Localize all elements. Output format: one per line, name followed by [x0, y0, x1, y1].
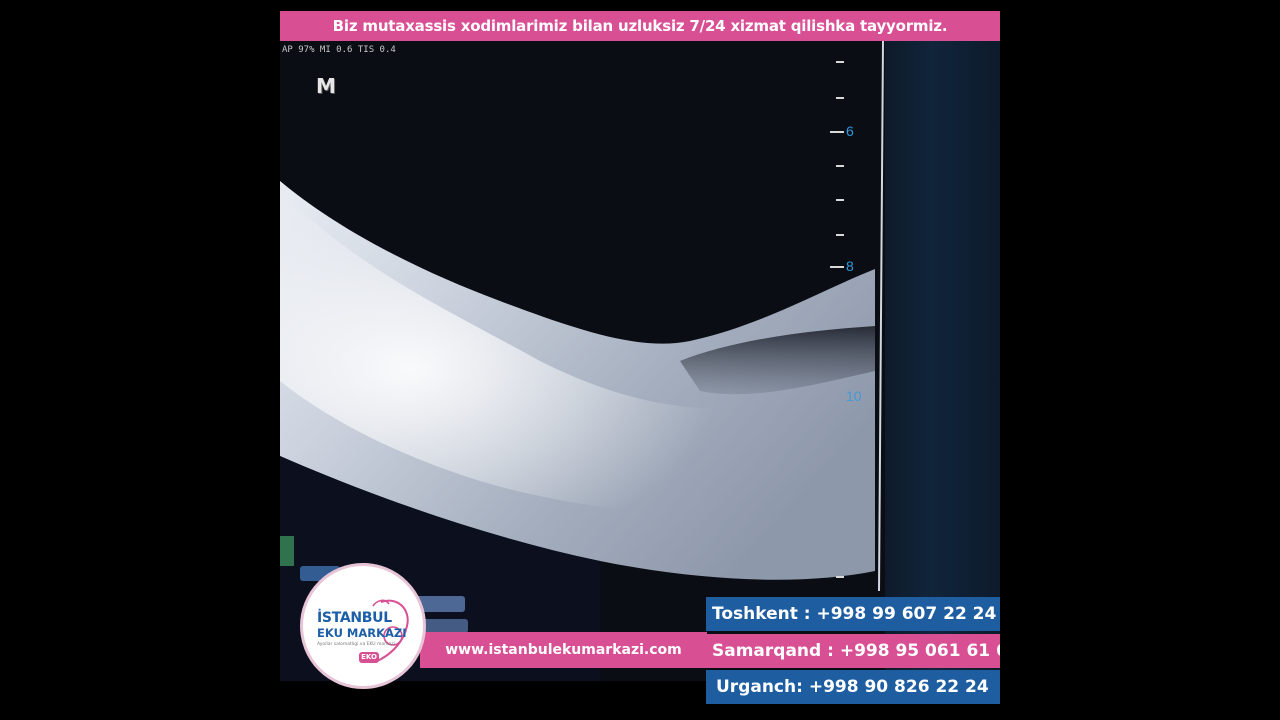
- depth-label-10: 10: [846, 388, 862, 404]
- depth-tick: [830, 131, 844, 133]
- logo-text-istanbul: İSTANBUL: [317, 610, 392, 626]
- logo-text-eku: EKU MARKAZI: [317, 626, 407, 640]
- depth-tick: [836, 165, 844, 167]
- depth-tick: [836, 199, 844, 201]
- logo-badge: EKO: [359, 652, 379, 663]
- depth-label-6: 6: [846, 123, 854, 139]
- depth-tick: [830, 266, 844, 268]
- depth-tick: [836, 576, 844, 578]
- top-banner: Biz mutaxassis xodimlarimiz bilan uzluks…: [280, 11, 1000, 41]
- contact-samarqand[interactable]: Samarqand : +998 95 061 61 61: [706, 634, 1000, 668]
- website-link[interactable]: www.istanbulekumarkazi.com: [420, 632, 707, 668]
- console-indicator: [280, 536, 294, 566]
- mode-mark: M: [316, 74, 336, 98]
- logo-tagline: Ayollar salomatligi va EKU markazi: [317, 642, 395, 647]
- scanner-params: AP 97% MI 0.6 TIS 0.4: [282, 45, 396, 55]
- console-button-3: [420, 619, 468, 633]
- depth-tick: [836, 61, 844, 63]
- contact-toshkent[interactable]: Toshkent : +998 99 607 22 24: [706, 597, 1000, 631]
- depth-tick: [836, 97, 844, 99]
- sector-edge-line: [878, 41, 884, 592]
- depth-label-8: 8: [846, 258, 854, 274]
- depth-tick: [836, 234, 844, 236]
- contact-urganch[interactable]: Urganch: +998 90 826 22 24: [706, 670, 1000, 704]
- clinic-logo: İSTANBUL EKU MARKAZI Ayollar salomatligi…: [300, 563, 426, 689]
- video-frame: AP 97% MI 0.6 TIS 0.4 M 6 8 10 Biz mutax…: [280, 0, 1000, 720]
